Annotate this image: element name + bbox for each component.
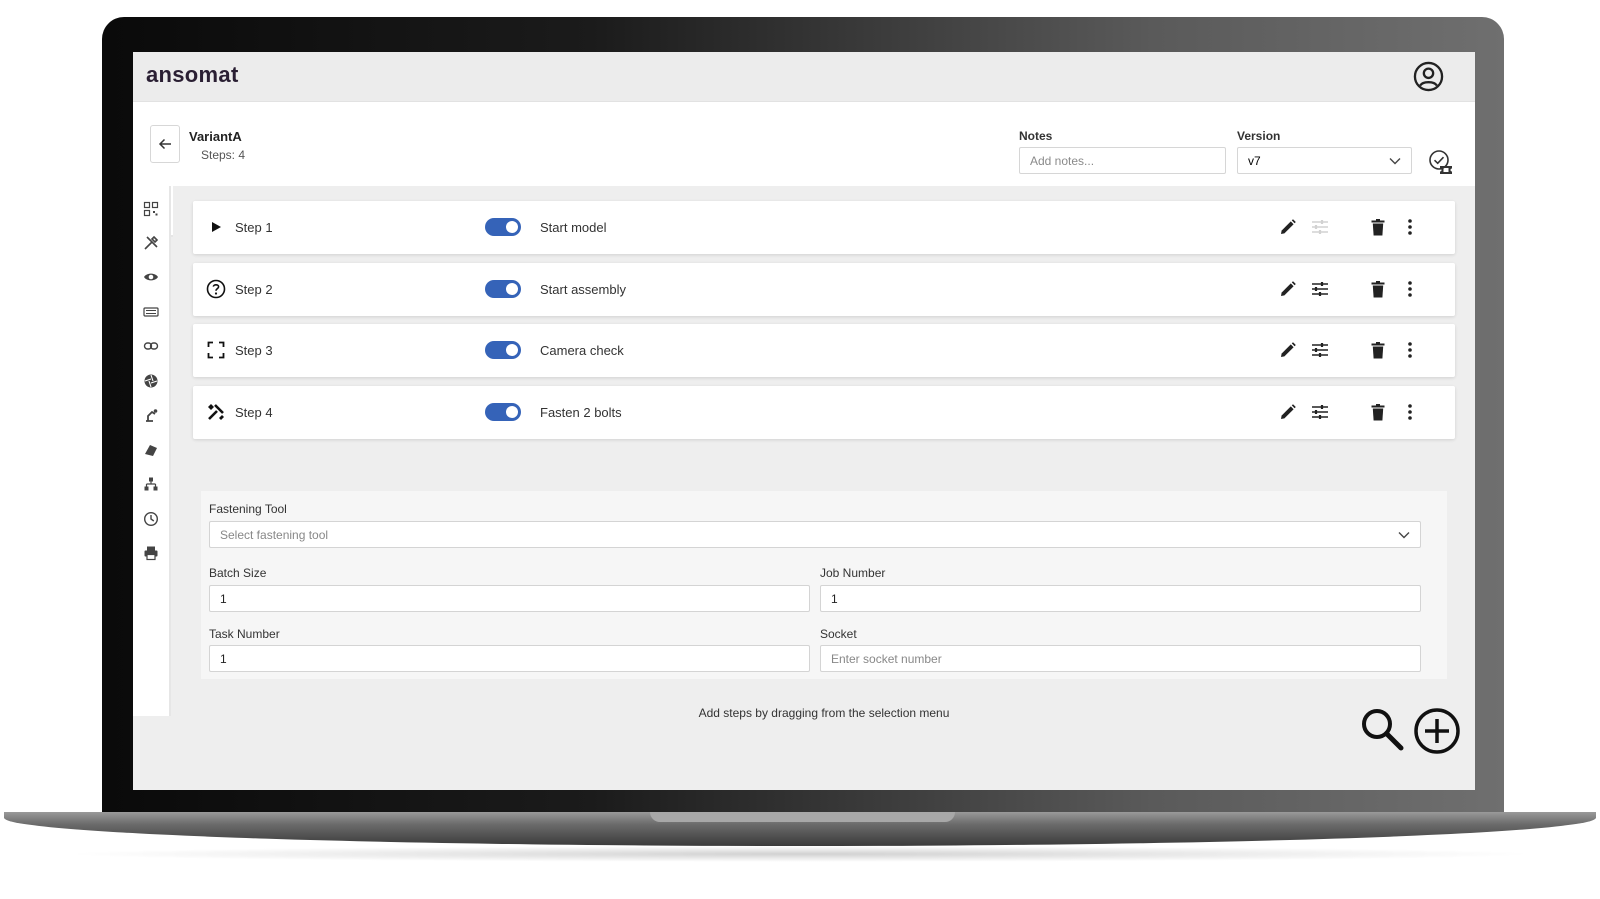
step-row[interactable]: Step 1 Start model	[193, 201, 1455, 254]
hierarchy-icon[interactable]	[142, 475, 160, 493]
step-enabled-toggle[interactable]	[485, 280, 521, 298]
socket-input[interactable]: Enter socket number	[820, 645, 1421, 672]
delete-icon[interactable]	[1367, 339, 1389, 361]
notes-input[interactable]	[1019, 147, 1226, 174]
robot-arm-icon[interactable]	[142, 406, 160, 424]
step-row[interactable]: Step 2 Start assembly	[193, 263, 1455, 316]
tune-icon[interactable]	[1309, 339, 1331, 361]
version-value: v7	[1248, 153, 1261, 168]
step-row[interactable]: Step 3 Camera check	[193, 324, 1455, 377]
fastening-tool-select[interactable]: Select fastening tool	[209, 521, 1421, 548]
laptop-shadow	[60, 846, 1540, 862]
back-button[interactable]	[150, 125, 180, 163]
tools-icon[interactable]	[205, 401, 227, 423]
tune-icon	[1309, 216, 1331, 238]
step-label: Step 3	[235, 343, 273, 358]
batch-size-value: 1	[220, 591, 227, 606]
job-number-input[interactable]: 1	[820, 585, 1421, 612]
step-enabled-toggle[interactable]	[485, 218, 521, 236]
eye-icon[interactable]	[142, 268, 160, 286]
chevron-down-icon	[1398, 531, 1410, 538]
drag-hint: Add steps by dragging from the selection…	[698, 706, 950, 720]
step-label: Step 2	[235, 282, 273, 297]
fastening-tool-placeholder: Select fastening tool	[220, 527, 329, 542]
more-vert-icon[interactable]	[1399, 339, 1421, 361]
link-icon[interactable]	[142, 337, 160, 355]
step-description: Camera check	[540, 343, 624, 358]
job-number-value: 1	[831, 591, 838, 606]
tune-icon[interactable]	[1309, 401, 1331, 423]
socket-placeholder: Enter socket number	[831, 651, 942, 666]
notes-label: Notes	[1019, 129, 1053, 143]
fastening-tool-label: Fastening Tool	[209, 502, 287, 516]
play-icon[interactable]	[205, 216, 227, 238]
step-details-panel: Fastening Tool Select fastening tool Bat…	[201, 491, 1447, 679]
laptop-notch	[650, 812, 955, 822]
account-circle-icon[interactable]	[1413, 61, 1444, 92]
help-circle-icon[interactable]	[205, 278, 227, 300]
delete-icon[interactable]	[1367, 278, 1389, 300]
search-icon[interactable]	[1359, 706, 1405, 752]
check-circle-icon[interactable]	[1428, 149, 1450, 171]
step-description: Fasten 2 bolts	[540, 405, 622, 420]
qr-code-icon[interactable]	[142, 200, 160, 218]
batch-size-label: Batch Size	[209, 566, 267, 580]
edit-icon[interactable]	[1277, 339, 1299, 361]
add-circle-icon[interactable]	[1413, 707, 1461, 755]
steps-count: Steps: 4	[201, 148, 246, 162]
more-vert-icon[interactable]	[1399, 216, 1421, 238]
task-number-input[interactable]: 1	[209, 645, 810, 672]
version-label: Version	[1237, 129, 1281, 143]
frame-corners-icon[interactable]	[205, 339, 227, 361]
step-description: Start model	[540, 220, 607, 235]
chevron-down-icon	[1389, 157, 1401, 164]
variant-name: VariantA	[189, 129, 242, 144]
top-bar: ansomat	[133, 52, 1475, 102]
batch-size-input[interactable]: 1	[209, 585, 810, 612]
socket-label: Socket	[820, 627, 857, 641]
edit-icon[interactable]	[1277, 278, 1299, 300]
step-enabled-toggle[interactable]	[485, 341, 521, 359]
more-vert-icon[interactable]	[1399, 278, 1421, 300]
delete-icon[interactable]	[1367, 401, 1389, 423]
app-logo: ansomat	[146, 62, 239, 87]
sidebar	[133, 186, 171, 716]
delete-icon[interactable]	[1367, 216, 1389, 238]
step-enabled-toggle[interactable]	[485, 403, 521, 421]
aperture-icon[interactable]	[142, 372, 160, 390]
edit-icon[interactable]	[1277, 216, 1299, 238]
app-screen: ansomat VariantA Steps: 4 Notes Version …	[133, 52, 1475, 790]
step-description: Start assembly	[540, 282, 626, 297]
clock-icon[interactable]	[142, 510, 160, 528]
step-label: Step 1	[235, 220, 273, 235]
tune-icon[interactable]	[1309, 278, 1331, 300]
more-vert-icon[interactable]	[1399, 401, 1421, 423]
tools-icon[interactable]	[142, 234, 160, 252]
job-number-label: Job Number	[820, 566, 886, 580]
printer-icon[interactable]	[142, 544, 160, 562]
task-number-value: 1	[220, 651, 227, 666]
layers-icon[interactable]	[142, 441, 160, 459]
steps-area: Step 1 Start model Step 2 Start assembly…	[173, 186, 1475, 720]
keyboard-icon[interactable]	[142, 303, 160, 321]
version-select[interactable]: v7	[1237, 147, 1412, 174]
step-label: Step 4	[235, 405, 273, 420]
arrow-left-icon	[158, 138, 171, 150]
edit-icon[interactable]	[1277, 401, 1299, 423]
step-row[interactable]: Step 4 Fasten 2 bolts	[193, 386, 1455, 439]
task-number-label: Task Number	[209, 627, 280, 641]
